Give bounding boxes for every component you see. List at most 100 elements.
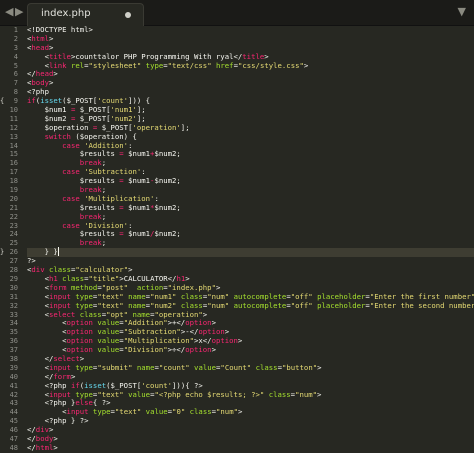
code-line[interactable]: 46 </div> [10, 425, 474, 435]
fold-marker-icon[interactable]: } [0, 248, 6, 257]
line-number: 30 [9, 283, 18, 292]
code-token: name [132, 309, 151, 319]
code-token: head [31, 42, 49, 52]
code-token: value [97, 327, 120, 337]
code-token: > [211, 318, 216, 328]
code-token: select [53, 353, 80, 363]
code-line[interactable]: 26} } } [0, 247, 474, 258]
code-area[interactable]: 1 <!DOCTYPE html> 2 <html> 3 <head> 4 <title>c… [0, 25, 474, 453]
code-line[interactable]: 25 break; [10, 238, 474, 248]
code-line[interactable]: 44 <input type="text" value="0" class="n… [10, 407, 474, 417]
line-number: 38 [9, 354, 18, 363]
code-token: class [268, 389, 291, 399]
line-number: 11 [9, 114, 18, 123]
line-number: 13 [9, 132, 18, 141]
line-number: 39 [9, 363, 18, 372]
chevron-right-icon[interactable]: ▶ [15, 5, 23, 18]
code-line[interactable]: 48 </html> [10, 442, 474, 453]
code-token: ])){ ?> [172, 380, 203, 390]
code-token: ]; [180, 122, 190, 132]
code-line[interactable]: 7 <body> [14, 78, 474, 88]
code-line[interactable]: 37 <option value="Division">÷</option> [10, 345, 474, 355]
code-line[interactable]: 1 <!DOCTYPE html> [14, 25, 474, 35]
code-line[interactable]: 2 <html> [14, 34, 474, 44]
code-token: >counttalor PHP Programming With ryal</ [70, 51, 243, 61]
code-token: input [48, 389, 71, 399]
code-token: "text" [97, 389, 124, 399]
code-token: > [128, 265, 133, 275]
code-token: type [75, 300, 93, 310]
line-number: 19 [9, 186, 18, 195]
code-line[interactable]: 47 </body> [10, 433, 474, 444]
code-token: value [97, 318, 120, 328]
code-token: link [48, 60, 67, 70]
chevron-down-icon[interactable]: ▼ [458, 5, 466, 18]
code-token: >+</ [167, 318, 186, 328]
code-line[interactable]: 6 </head> [14, 70, 474, 79]
code-token: break [79, 185, 102, 195]
code-token: </ [27, 433, 36, 443]
unsaved-dot-icon[interactable] [125, 12, 131, 18]
code-token: <?php } ?> [27, 416, 89, 426]
code-token: 'Multiplication' [84, 193, 155, 203]
code-token: ($_POST[ [62, 96, 98, 106]
code-line[interactable]: 39 <input type="submit" name="count" val… [10, 362, 474, 373]
code-token: $num1 [123, 229, 151, 239]
code-token: </ [27, 353, 54, 363]
code-token: < [27, 407, 67, 417]
code-token: case [62, 220, 80, 230]
chevron-left-icon[interactable]: ◀ [5, 5, 13, 18]
code-token: </ [27, 371, 54, 381]
code-token: name [136, 362, 155, 372]
line-number: 24 [9, 230, 18, 239]
line-number: 33 [9, 310, 18, 319]
line-number: 40 [9, 372, 18, 381]
code-token: action [136, 282, 164, 292]
code-token: case [62, 140, 80, 150]
code-token: "off" [290, 291, 313, 301]
code-token: "Division" [123, 345, 168, 355]
code-token: isset [40, 96, 63, 106]
code-line[interactable]: 45 <?php } ?> [10, 416, 474, 426]
code-token: $num2; [154, 176, 181, 186]
code-token: option [185, 318, 212, 328]
line-number: 7 [13, 79, 18, 88]
code-token: </ [27, 442, 36, 452]
code-token: >-</ [180, 327, 199, 337]
code-token: div [35, 425, 49, 435]
code-token: input [48, 362, 71, 372]
line-number: 32 [9, 301, 18, 310]
code-token: rel [70, 60, 85, 70]
code-token: } } [27, 247, 58, 257]
code-line[interactable]: 5 <link rel="stylesheet" type="text/css"… [14, 60, 474, 71]
tab-index-php[interactable]: index.php [27, 3, 144, 26]
code-token: autocomplete [233, 300, 287, 310]
code-token: > [185, 273, 190, 283]
code-token: method [70, 282, 98, 292]
code-token: option [66, 327, 93, 337]
code-token: option [66, 345, 93, 355]
code-token: < [27, 51, 49, 61]
code-token: ; [101, 185, 107, 195]
code-token: < [27, 345, 67, 355]
code-editor[interactable]: 1 <!DOCTYPE html> 2 <html> 3 <head> 4 <title>c… [0, 25, 474, 453]
code-token: else [75, 398, 93, 408]
code-token: placeholder [317, 291, 366, 301]
code-token: body [31, 78, 49, 88]
code-token: "opt" [106, 309, 129, 319]
line-number: 43 [9, 399, 18, 408]
line-number: 12 [9, 123, 18, 132]
code-token: ]; [136, 113, 146, 123]
line-number: 1 [13, 26, 18, 34]
line-number: 35 [9, 328, 18, 337]
fold-marker-icon[interactable]: { [0, 97, 6, 106]
code-token: $_POST[ [97, 122, 133, 132]
code-token: ?> [27, 256, 36, 266]
code-token: < [27, 309, 49, 319]
code-token: "stylesheet" [88, 60, 142, 70]
